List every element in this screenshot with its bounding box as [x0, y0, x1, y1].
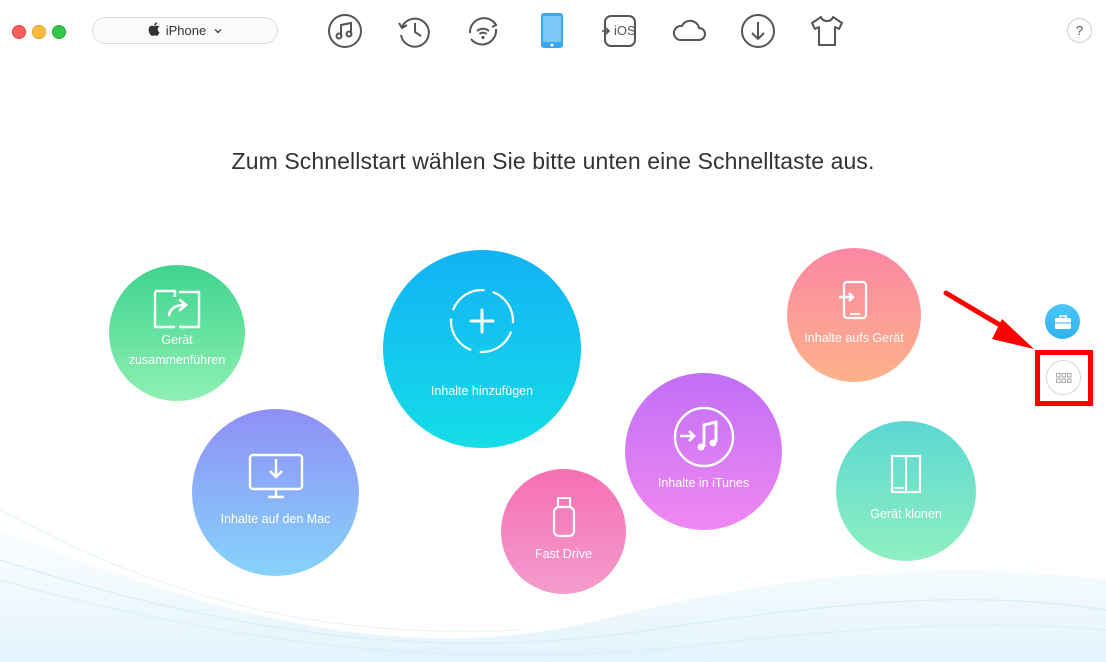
toolbox-button[interactable]	[1045, 304, 1080, 339]
annotation-arrow	[943, 290, 1034, 349]
shirt-button[interactable]	[809, 13, 845, 49]
fast-drive-label: Fast Drive	[535, 546, 592, 561]
to-ios-label: iOS	[614, 23, 636, 38]
music-button[interactable]	[327, 13, 363, 49]
help-button[interactable]: ?	[1067, 18, 1092, 43]
close-window-button[interactable]	[12, 25, 26, 39]
history-icon	[398, 17, 430, 48]
help-label: ?	[1075, 23, 1084, 38]
monitor-download-icon	[248, 453, 303, 498]
clone-device-label: Gerät klonen	[870, 507, 942, 521]
cloud-icon	[672, 19, 706, 41]
shirt-icon	[811, 16, 843, 46]
download-icon	[741, 14, 775, 48]
fast-drive-button[interactable]: Fast Drive	[501, 469, 626, 594]
title-bar: iPhone iOS ?	[0, 0, 1106, 62]
content-to-device-button[interactable]: Inhalte aufs Gerät	[787, 248, 921, 382]
device-name: iPhone	[165, 23, 207, 38]
music-icon	[328, 14, 362, 48]
add-content-button[interactable]: Inhalte hinzufügen	[383, 250, 581, 448]
content-to-mac-label: Inhalte auf den Mac	[220, 511, 331, 526]
phone-icon	[541, 13, 563, 48]
merge-device-button[interactable]: Gerät zusammenführen	[109, 265, 245, 401]
content-to-device-label: Inhalte aufs Gerät	[804, 331, 904, 345]
merge-device-label-1: Gerät	[161, 333, 193, 347]
minimize-window-button[interactable]	[32, 25, 46, 39]
content-to-itunes-button[interactable]: Inhalte in iTunes	[625, 373, 782, 530]
wifi-sync-icon	[468, 17, 498, 46]
merge-device-icon	[152, 288, 202, 330]
to-ios-button[interactable]: iOS	[602, 13, 638, 49]
add-icon	[449, 288, 515, 354]
toolbox-icon	[1054, 314, 1071, 329]
device-selector[interactable]: iPhone	[92, 17, 278, 44]
wifi-sync-button[interactable]	[465, 13, 501, 49]
content-to-mac-button[interactable]: Inhalte auf den Mac	[192, 409, 359, 576]
itunes-transfer-icon	[673, 406, 734, 467]
highlight-annotation-box	[1035, 350, 1093, 406]
phone-import-icon	[839, 280, 868, 320]
add-content-label: Inhalte hinzufügen	[430, 384, 534, 398]
download-button[interactable]	[740, 13, 776, 49]
zoom-window-button[interactable]	[52, 25, 66, 39]
chevron-down-icon	[214, 26, 222, 36]
usb-drive-icon	[552, 496, 575, 537]
clone-device-button[interactable]: Gerät klonen	[836, 421, 976, 561]
apple-icon	[148, 22, 160, 39]
cloud-button[interactable]	[671, 13, 707, 49]
history-button[interactable]	[396, 13, 432, 49]
page-headline: Zum Schnellstart wählen Sie bitte unten …	[231, 148, 875, 174]
clone-device-icon	[890, 454, 922, 494]
phone-button[interactable]	[534, 13, 570, 49]
content-to-itunes-label: Inhalte in iTunes	[657, 475, 750, 490]
merge-device-label-2: zusammenführen	[128, 353, 226, 367]
